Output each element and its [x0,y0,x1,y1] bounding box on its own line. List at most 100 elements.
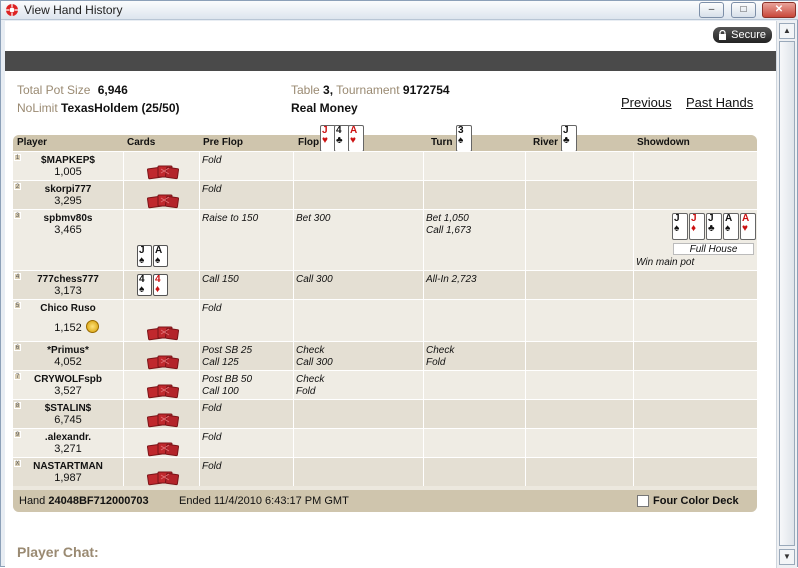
four-color-deck-label[interactable]: Four Color Deck [653,495,739,507]
vertical-scrollbar[interactable]: ▲ ▼ [776,21,797,568]
cell-divider [293,300,294,341]
cell-divider [633,458,634,486]
player-chips: 4,052 [54,356,82,368]
previous-link[interactable]: Previous [621,95,672,110]
cell-divider [199,152,200,180]
player-chat-heading: Player Chat: [17,544,99,560]
cell-divider [199,342,200,370]
playing-card: 3 ♠ [456,125,472,152]
cell-divider [423,371,424,399]
action-preflop: Fold [202,432,222,443]
close-button[interactable]: ✕ [762,2,796,18]
card-suit: ♠ [458,135,464,146]
action-flop: Check Fold [296,374,325,397]
cell-divider [633,371,634,399]
cell-divider [525,371,526,399]
action-preflop: Post BB 50 Call 100 [202,374,253,397]
action-preflop: Call 150 [202,274,239,285]
action-preflop: Fold [202,403,222,414]
card-suit: ♠ [674,223,680,234]
card-suit: ♣ [708,223,715,234]
cell-divider [423,300,424,341]
player-chips: 1,005 [54,166,82,178]
player-row: 7 CRYWOLFspb 3,527 Post BB 50 Call 100 Check… [13,370,757,399]
card-back-icon [145,325,181,341]
action-turn: Bet 1,050 Call 1,673 [426,213,472,236]
col-player: Player [17,137,48,148]
col-cards: Cards [127,137,156,148]
player-name: .alexandr. [44,432,92,443]
player-chips: 3,527 [54,385,82,397]
playing-card: 4 ♦ [153,274,168,296]
card-back-icon [145,470,181,486]
cell-divider [525,300,526,341]
total-pot: Total Pot Size 6,946 [17,83,128,97]
card-suit: ♠ [139,284,145,295]
playing-card: J ♦ [689,213,705,240]
playing-card: 4 ♠ [137,274,152,296]
cell-divider [123,400,124,428]
player-name: *Primus* [47,345,89,356]
title-bar[interactable]: View Hand History ‒ □ ✕ [1,1,798,20]
hand-history-window: View Hand History ‒ □ ✕ Secure Total Pot… [0,0,798,568]
hand-id: 24048BF712000703 [48,495,149,507]
cell-divider [123,152,124,180]
game-type-label: NoLimit [17,101,58,115]
player-name: Chico Ruso [40,303,96,314]
lock-icon [719,30,727,40]
scroll-down-arrow-icon[interactable]: ▼ [779,549,795,565]
cell-divider [199,400,200,428]
action-flop: Check Call 300 [296,345,333,368]
cell-divider [633,271,634,299]
ended-label: Ended [179,495,211,507]
content-area: Secure Total Pot Size 6,946 NoLimit Texa… [5,21,776,568]
header-divider [5,51,776,71]
minimize-button[interactable]: ‒ [699,2,724,18]
cell-divider [123,210,124,270]
maximize-button[interactable]: □ [731,2,756,18]
player-row: 2 skorpi777 3,295 Fold [13,180,757,209]
table-header: Player Cards Pre Flop Flop Turn River Sh… [13,125,757,152]
cell-divider [123,371,124,399]
showdown-result: Win main pot [636,257,695,268]
card-suit: ♥ [742,223,748,234]
player-chips: 1,152 [54,322,82,334]
player-chips: 3,173 [54,285,82,297]
playing-card: J ♣ [706,213,722,240]
player-chips: 3,465 [54,224,82,236]
table-value: 3, [323,83,334,97]
cell-divider [123,342,124,370]
scroll-up-arrow-icon[interactable]: ▲ [779,23,795,39]
cell-divider [123,429,124,457]
cell-divider [423,210,424,270]
cell-divider [633,210,634,270]
action-preflop: Fold [202,461,222,472]
card-suit: ♦ [691,223,697,234]
cell-divider [525,181,526,209]
app-logo-icon [6,4,18,16]
player-row: 6 *Primus* 4,052 Post SB 25 Call 125 Check C… [13,341,757,370]
table-footer: Hand 24048BF712000703 Ended 11/4/2010 6:… [13,490,757,512]
chip-stack-icon [86,320,99,333]
cell-divider [525,400,526,428]
cell-divider [199,271,200,299]
card-back-icon [145,354,181,370]
ended-value: 11/4/2010 6:43:17 PM GMT [213,495,349,507]
player-name: skorpi777 [44,184,92,195]
secure-badge: Secure [713,27,772,43]
action-preflop: Raise to 150 [202,213,259,224]
cell-divider [293,181,294,209]
cell-divider [423,458,424,486]
cell-divider [123,300,124,341]
cell-divider [525,152,526,180]
card-suit: ♥ [350,135,356,146]
past-hands-link[interactable]: Past Hands [686,95,753,110]
hand-info: Hand 24048BF712000703 [19,495,149,507]
player-row: X NASTARTMAN 1,987 Fold [13,457,757,486]
player-chips: 1,987 [54,472,82,484]
cell-divider [293,400,294,428]
cell-divider [525,458,526,486]
scroll-thumb[interactable] [779,41,795,546]
action-flop: Bet 300 [296,213,331,224]
four-color-deck-checkbox[interactable] [637,495,649,507]
